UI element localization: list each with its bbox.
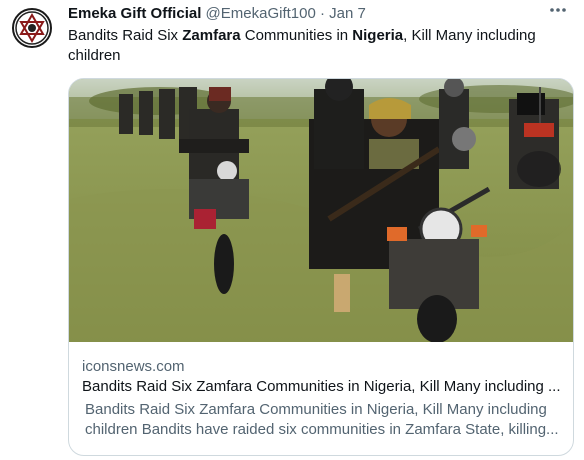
card-description-line: Bandits Raid Six Zamfara Communities in … xyxy=(85,401,547,418)
avatar[interactable] xyxy=(12,8,52,48)
card-description-line: children Bandits have raided six communi… xyxy=(85,421,559,438)
author-name[interactable]: Emeka Gift Official xyxy=(68,5,201,22)
more-horizontal-icon xyxy=(550,8,566,12)
card-domain: iconsnews.com xyxy=(82,358,185,375)
hexagram-logo-icon xyxy=(15,11,49,45)
link-preview-card[interactable]: iconsnews.com Bandits Raid Six Zamfara C… xyxy=(68,78,574,456)
tweet-header: Emeka Gift Official @EmekaGift100 · Jan … xyxy=(68,4,572,24)
tweet-date[interactable]: Jan 7 xyxy=(329,5,366,22)
tweet-text-bold: Nigeria xyxy=(352,27,404,44)
tweet-text: Bandits Raid Six Zamfara Communities in … xyxy=(68,26,558,66)
card-info[interactable]: iconsnews.com Bandits Raid Six Zamfara C… xyxy=(82,357,561,440)
tweet-text-bold: Zamfara xyxy=(182,27,241,44)
tweet-text-part: Bandits Raid Six xyxy=(68,27,183,44)
more-options-button[interactable] xyxy=(546,2,570,22)
card-image[interactable] xyxy=(69,79,573,342)
card-title: Bandits Raid Six Zamfara Communities in … xyxy=(82,378,561,395)
tweet-text-part: Communities in xyxy=(240,27,353,44)
separator-dot: · xyxy=(320,5,325,22)
bandits-on-motorcycles-photo xyxy=(69,79,573,342)
author-handle[interactable]: @EmekaGift100 xyxy=(206,5,316,22)
card-description: Bandits Raid Six Zamfara Communities in … xyxy=(82,400,561,440)
